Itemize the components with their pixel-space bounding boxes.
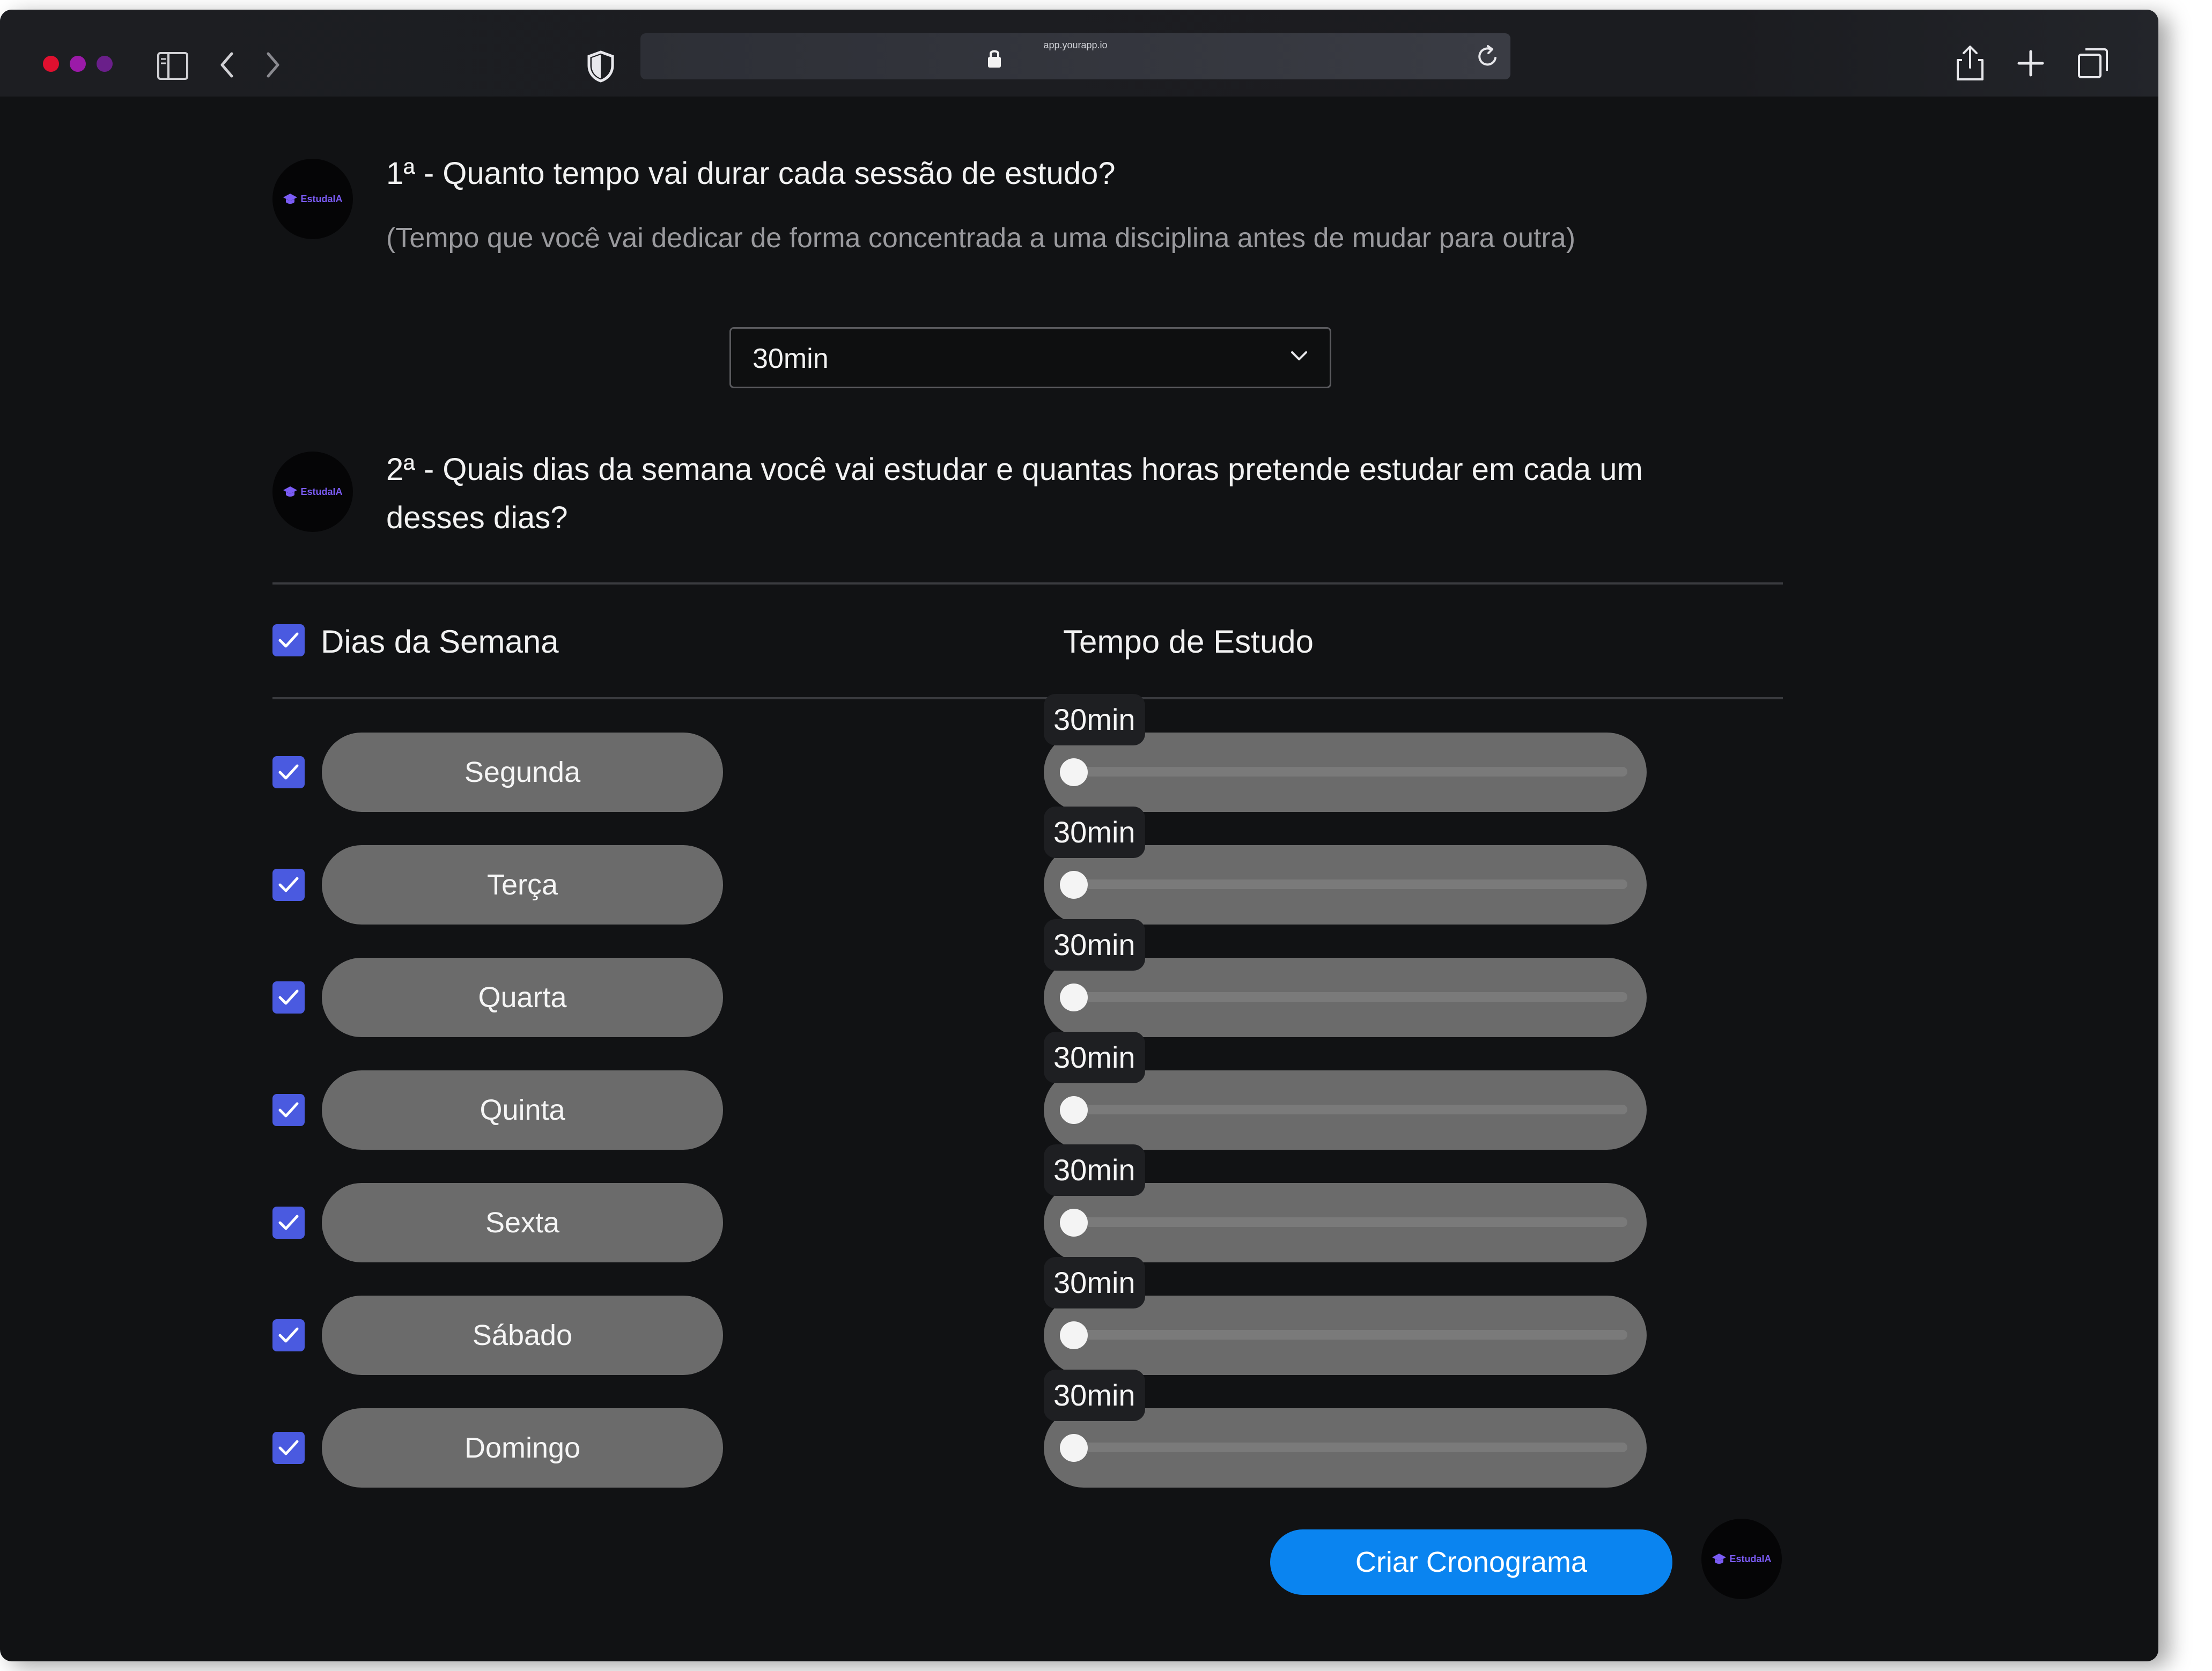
create-schedule-button[interactable]: Criar Cronograma xyxy=(1270,1529,1672,1595)
session-duration-select[interactable]: 30min xyxy=(729,327,1331,388)
day-checkbox[interactable] xyxy=(272,1207,305,1239)
close-window-button[interactable] xyxy=(43,56,59,72)
slider-track[interactable] xyxy=(1065,879,1627,889)
graduation-cap-icon xyxy=(283,194,298,204)
slider-handle[interactable] xyxy=(1060,758,1088,786)
graduation-cap-icon xyxy=(283,486,298,497)
day-checkbox[interactable] xyxy=(272,981,305,1014)
day-button[interactable]: Sábado xyxy=(322,1296,723,1375)
browser-toolbar: app.yourapp.io xyxy=(0,10,2158,97)
brand-logo-text: EstudaIA xyxy=(300,193,343,204)
graduation-cap-icon xyxy=(1712,1554,1727,1564)
day-button[interactable]: Quinta xyxy=(322,1070,723,1150)
checkmark-icon xyxy=(278,1440,299,1455)
reload-icon[interactable] xyxy=(1476,44,1500,69)
share-icon[interactable] xyxy=(1956,44,1985,82)
select-all-days-checkbox[interactable] xyxy=(272,624,305,656)
slider-handle[interactable] xyxy=(1060,1209,1088,1237)
minimize-window-button[interactable] xyxy=(70,56,86,72)
checkmark-icon xyxy=(278,877,299,892)
lock-icon xyxy=(988,50,1001,68)
day-button[interactable]: Sexta xyxy=(322,1183,723,1262)
slider-value-label: 30min xyxy=(1044,1144,1145,1196)
slider-value-label: 30min xyxy=(1044,694,1145,745)
day-checkbox[interactable] xyxy=(272,1432,305,1464)
checkmark-icon xyxy=(278,1102,299,1118)
slider-handle[interactable] xyxy=(1060,984,1088,1011)
address-bar[interactable]: app.yourapp.io xyxy=(640,33,1510,79)
slider-value-label: 30min xyxy=(1044,1032,1145,1083)
slider-track[interactable] xyxy=(1065,1217,1627,1227)
question-2-title-line-1: 2ª - Quais dias da semana você vai estud… xyxy=(386,452,1643,487)
day-checkbox[interactable] xyxy=(272,756,305,788)
privacy-shield-icon[interactable] xyxy=(587,50,615,83)
question-1-subtitle: (Tempo que você vai dedicar de forma con… xyxy=(386,223,1576,254)
day-checkbox[interactable] xyxy=(272,1319,305,1351)
brand-logo-text: EstudaIA xyxy=(300,486,343,497)
checkmark-icon xyxy=(278,989,299,1005)
assistant-avatar: EstudaIA xyxy=(272,452,353,532)
slider-handle[interactable] xyxy=(1060,871,1088,899)
divider xyxy=(272,697,1783,699)
maximize-window-button[interactable] xyxy=(97,56,113,72)
days-column-header: Dias da Semana xyxy=(321,624,559,660)
slider-value-label: 30min xyxy=(1044,919,1145,971)
session-duration-value: 30min xyxy=(753,343,829,374)
slider-handle[interactable] xyxy=(1060,1434,1088,1462)
day-button[interactable]: Domingo xyxy=(322,1408,723,1488)
checkmark-icon xyxy=(278,632,299,648)
time-column-header: Tempo de Estudo xyxy=(1063,624,1314,660)
assistant-avatar: EstudaIA xyxy=(272,159,353,239)
new-tab-icon[interactable] xyxy=(2017,49,2045,77)
url-text: app.yourapp.io xyxy=(1043,40,1108,50)
slider-handle[interactable] xyxy=(1060,1096,1088,1124)
slider-track[interactable] xyxy=(1065,1443,1627,1452)
day-button[interactable]: Quarta xyxy=(322,958,723,1037)
checkmark-icon xyxy=(278,764,299,780)
divider xyxy=(272,582,1783,585)
sidebar-toggle-icon[interactable] xyxy=(157,51,189,80)
browser-window: app.yourapp.io EstudaIA 1ª - Quanto temp… xyxy=(0,10,2158,1661)
day-button[interactable]: Segunda xyxy=(322,733,723,812)
slider-value-label: 30min xyxy=(1044,1257,1145,1308)
forward-icon[interactable] xyxy=(265,51,281,78)
slider-track[interactable] xyxy=(1065,767,1627,777)
chevron-down-icon xyxy=(1291,351,1307,360)
slider-track[interactable] xyxy=(1065,992,1627,1002)
checkmark-icon xyxy=(278,1327,299,1343)
day-checkbox[interactable] xyxy=(272,869,305,901)
question-2-title-line-2: desses dias? xyxy=(386,500,568,535)
slider-track[interactable] xyxy=(1065,1105,1627,1114)
slider-track[interactable] xyxy=(1065,1330,1627,1340)
page-content: EstudaIA 1ª - Quanto tempo vai durar cad… xyxy=(18,97,2158,1661)
back-icon[interactable] xyxy=(219,51,235,78)
day-button[interactable]: Terça xyxy=(322,845,723,925)
brand-logo-text: EstudaIA xyxy=(1729,1553,1772,1564)
day-checkbox[interactable] xyxy=(272,1094,305,1126)
tab-overview-icon[interactable] xyxy=(2077,46,2109,79)
checkmark-icon xyxy=(278,1215,299,1230)
slider-value-label: 30min xyxy=(1044,1370,1145,1421)
question-1-title: 1ª - Quanto tempo vai durar cada sessão … xyxy=(386,156,1116,191)
slider-value-label: 30min xyxy=(1044,807,1145,858)
slider-handle[interactable] xyxy=(1060,1321,1088,1349)
assistant-avatar: EstudaIA xyxy=(1701,1519,1782,1599)
